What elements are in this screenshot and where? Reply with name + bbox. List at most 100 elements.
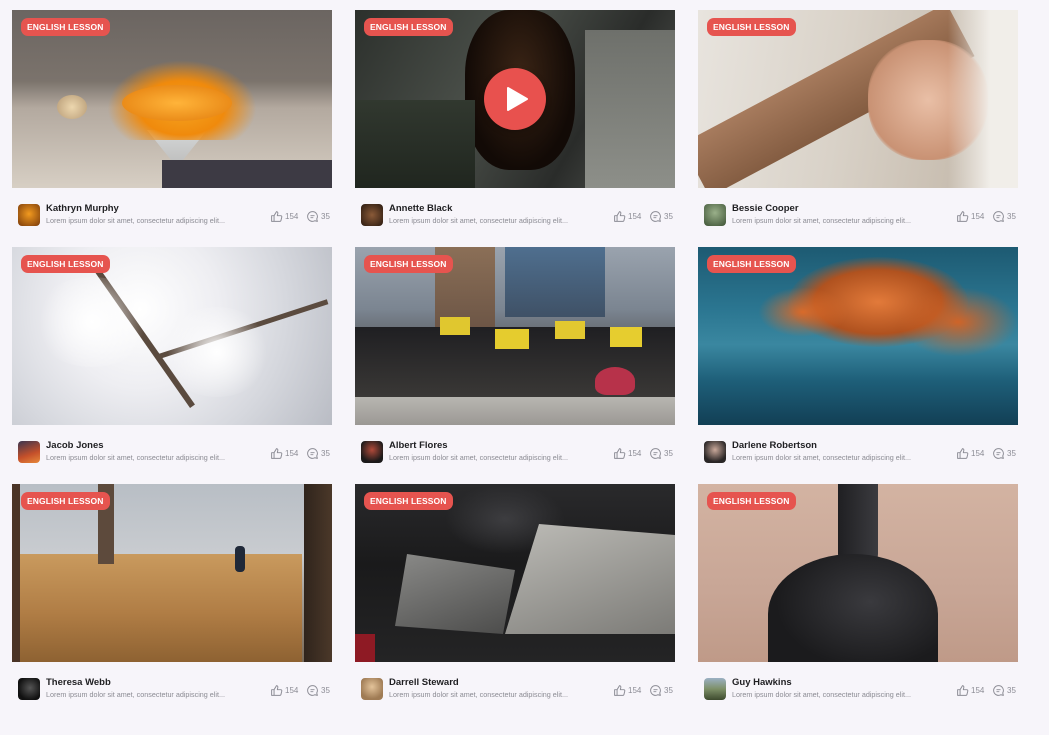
category-badge: ENGLISH LESSON <box>707 18 796 36</box>
comment-count: 35 <box>321 448 330 458</box>
thumbs-up-icon <box>271 210 283 222</box>
author-name[interactable]: Bessie Cooper <box>732 203 799 214</box>
avatar[interactable] <box>361 441 383 463</box>
like-count: 154 <box>285 448 299 458</box>
author-name[interactable]: Guy Hawkins <box>732 677 792 688</box>
comment-count: 35 <box>1007 685 1016 695</box>
comment-count: 35 <box>1007 448 1016 458</box>
lesson-card[interactable]: ENGLISH LESSON Albert Flores Lorem ipsum… <box>355 247 675 479</box>
comment-count: 35 <box>321 211 330 221</box>
like-button[interactable]: 154 <box>270 209 298 223</box>
lesson-thumbnail[interactable]: ENGLISH LESSON <box>698 10 1018 188</box>
lesson-thumbnail[interactable]: ENGLISH LESSON <box>12 484 332 662</box>
thumbs-up-icon <box>957 447 969 459</box>
lesson-thumbnail[interactable]: ENGLISH LESSON <box>698 247 1018 425</box>
card-description: Lorem ipsum dolor sit amet, consectetur … <box>732 216 911 225</box>
card-description: Lorem ipsum dolor sit amet, consectetur … <box>389 216 568 225</box>
comment-count: 35 <box>664 448 673 458</box>
category-badge: ENGLISH LESSON <box>21 255 110 273</box>
card-meta: Kathryn Murphy Lorem ipsum dolor sit ame… <box>12 200 332 232</box>
lesson-card[interactable]: ENGLISH LESSON Darlene Robertson Lorem i… <box>698 247 1018 479</box>
thumbs-up-icon <box>271 684 283 696</box>
avatar[interactable] <box>704 204 726 226</box>
avatar[interactable] <box>704 678 726 700</box>
like-count: 154 <box>285 685 299 695</box>
card-meta: Albert Flores Lorem ipsum dolor sit amet… <box>355 437 675 469</box>
author-name[interactable]: Kathryn Murphy <box>46 203 119 214</box>
lesson-card[interactable]: ENGLISH LESSON Theresa Webb Lorem ipsum … <box>12 484 332 716</box>
author-name[interactable]: Annette Black <box>389 203 452 214</box>
comment-bubble-icon <box>650 684 661 696</box>
like-count: 154 <box>971 211 985 221</box>
comment-button[interactable]: 35 <box>649 446 673 460</box>
card-meta: Guy Hawkins Lorem ipsum dolor sit amet, … <box>698 674 1018 706</box>
card-meta: Darrell Steward Lorem ipsum dolor sit am… <box>355 674 675 706</box>
like-button[interactable]: 154 <box>270 683 298 697</box>
avatar[interactable] <box>704 441 726 463</box>
like-count: 154 <box>628 448 642 458</box>
avatar[interactable] <box>361 678 383 700</box>
thumbs-up-icon <box>614 447 626 459</box>
card-meta: Darlene Robertson Lorem ipsum dolor sit … <box>698 437 1018 469</box>
lesson-grid: ENGLISH LESSON Kathryn Murphy Lorem ipsu… <box>0 0 1049 735</box>
lesson-card[interactable]: ENGLISH LESSON Jacob Jones Lorem ipsum d… <box>12 247 332 479</box>
comment-button[interactable]: 35 <box>992 446 1016 460</box>
comment-button[interactable]: 35 <box>992 209 1016 223</box>
card-meta: Bessie Cooper Lorem ipsum dolor sit amet… <box>698 200 1018 232</box>
card-description: Lorem ipsum dolor sit amet, consectetur … <box>46 690 225 699</box>
comment-button[interactable]: 35 <box>992 683 1016 697</box>
like-button[interactable]: 154 <box>956 446 984 460</box>
comment-button[interactable]: 35 <box>649 209 673 223</box>
like-button[interactable]: 154 <box>613 683 641 697</box>
category-badge: ENGLISH LESSON <box>364 492 453 510</box>
avatar[interactable] <box>361 204 383 226</box>
thumbs-up-icon <box>614 210 626 222</box>
category-badge: ENGLISH LESSON <box>364 18 453 36</box>
thumbs-up-icon <box>614 684 626 696</box>
comment-count: 35 <box>1007 211 1016 221</box>
comment-button[interactable]: 35 <box>649 683 673 697</box>
lesson-thumbnail[interactable]: ENGLISH LESSON <box>355 247 675 425</box>
like-button[interactable]: 154 <box>613 209 641 223</box>
like-button[interactable]: 154 <box>956 209 984 223</box>
lesson-card[interactable]: ENGLISH LESSON Annette Black Lorem ipsum… <box>355 10 675 242</box>
like-count: 154 <box>971 685 985 695</box>
author-name[interactable]: Theresa Webb <box>46 677 111 688</box>
category-badge: ENGLISH LESSON <box>707 492 796 510</box>
avatar[interactable] <box>18 204 40 226</box>
lesson-card[interactable]: ENGLISH LESSON Guy Hawkins Lorem ipsum d… <box>698 484 1018 716</box>
lesson-thumbnail[interactable]: ENGLISH LESSON <box>12 247 332 425</box>
author-name[interactable]: Albert Flores <box>389 440 448 451</box>
comment-bubble-icon <box>993 684 1004 696</box>
comment-button[interactable]: 35 <box>306 446 330 460</box>
play-button[interactable] <box>484 68 546 130</box>
thumbs-up-icon <box>957 684 969 696</box>
comment-button[interactable]: 35 <box>306 683 330 697</box>
comment-button[interactable]: 35 <box>306 209 330 223</box>
category-badge: ENGLISH LESSON <box>21 492 110 510</box>
card-meta: Theresa Webb Lorem ipsum dolor sit amet,… <box>12 674 332 706</box>
lesson-thumbnail[interactable]: ENGLISH LESSON <box>355 484 675 662</box>
lesson-thumbnail[interactable]: ENGLISH LESSON <box>698 484 1018 662</box>
lesson-thumbnail[interactable]: ENGLISH LESSON <box>12 10 332 188</box>
comment-bubble-icon <box>307 684 318 696</box>
avatar[interactable] <box>18 678 40 700</box>
card-description: Lorem ipsum dolor sit amet, consectetur … <box>389 453 568 462</box>
like-button[interactable]: 154 <box>270 446 298 460</box>
like-button[interactable]: 154 <box>613 446 641 460</box>
comment-bubble-icon <box>307 210 318 222</box>
like-button[interactable]: 154 <box>956 683 984 697</box>
avatar[interactable] <box>18 441 40 463</box>
lesson-card[interactable]: ENGLISH LESSON Bessie Cooper Lorem ipsum… <box>698 10 1018 242</box>
author-name[interactable]: Darlene Robertson <box>732 440 817 451</box>
comment-count: 35 <box>664 685 673 695</box>
author-name[interactable]: Jacob Jones <box>46 440 104 451</box>
like-count: 154 <box>628 211 642 221</box>
author-name[interactable]: Darrell Steward <box>389 677 459 688</box>
lesson-thumbnail[interactable]: ENGLISH LESSON <box>355 10 675 188</box>
comment-bubble-icon <box>650 447 661 459</box>
lesson-card[interactable]: ENGLISH LESSON Kathryn Murphy Lorem ipsu… <box>12 10 332 242</box>
play-icon <box>507 87 528 111</box>
comment-count: 35 <box>664 211 673 221</box>
lesson-card[interactable]: ENGLISH LESSON Darrell Steward Lorem ips… <box>355 484 675 716</box>
